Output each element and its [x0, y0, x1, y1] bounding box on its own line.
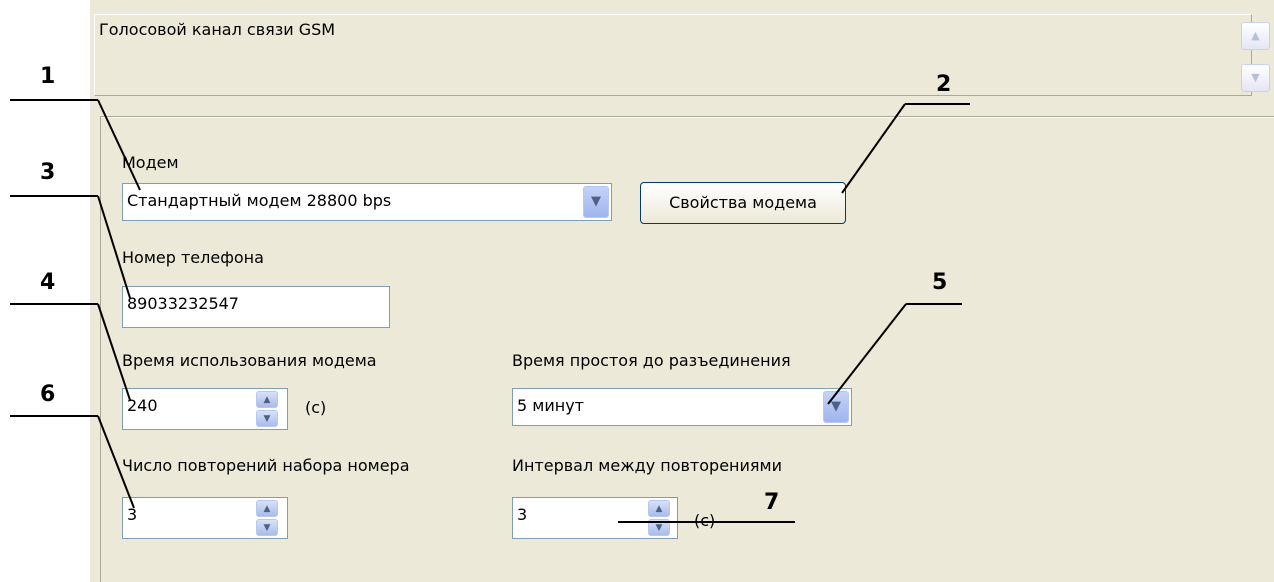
callout-1-leader: [97, 99, 141, 191]
callout-6-leader: [97, 415, 135, 509]
callout-2-leader: [841, 103, 906, 194]
callout-4-leader: [97, 303, 131, 401]
callout-lines: [10, 99, 970, 523]
callout-3-leader: [97, 195, 131, 299]
callout-5-leader: [827, 303, 907, 405]
